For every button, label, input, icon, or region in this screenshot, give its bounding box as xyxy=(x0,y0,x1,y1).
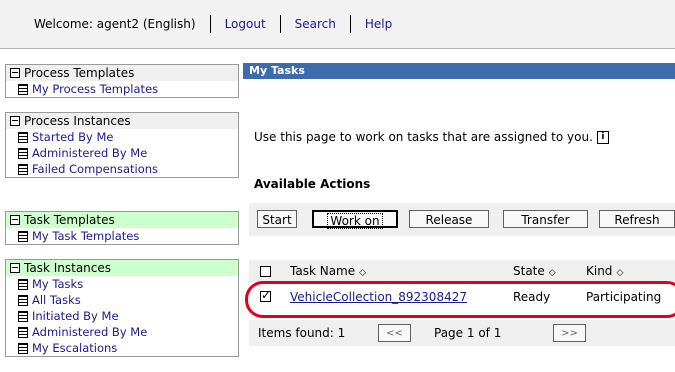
release-button[interactable]: Release xyxy=(409,210,489,228)
nav-task-templates: Task Templates My Task Templates xyxy=(5,211,239,245)
actions-toolbar: Start Work on Release Transfer Refresh xyxy=(249,203,675,236)
sort-icon[interactable]: ◇ xyxy=(359,268,366,278)
column-task-name[interactable]: Task Name ◇ xyxy=(290,264,366,278)
nav-item-my-task-templates[interactable]: My Task Templates xyxy=(6,228,238,244)
page-title: My Tasks xyxy=(243,63,675,79)
list-icon xyxy=(18,163,28,175)
column-kind[interactable]: Kind ◇ xyxy=(586,264,623,278)
divider xyxy=(0,48,675,49)
nav-item-all-tasks[interactable]: All Tasks xyxy=(6,292,238,308)
top-bar: Welcome: agent2 (English) Logout Search … xyxy=(0,0,675,48)
top-links: Welcome: agent2 (English) Logout Search … xyxy=(0,14,406,34)
logout-link[interactable]: Logout xyxy=(211,17,280,31)
highlight-oval xyxy=(245,281,675,318)
nav-item-my-process-templates[interactable]: My Process Templates xyxy=(6,81,238,97)
table-header: Task Name ◇ State ◇ Kind ◇ xyxy=(249,260,675,282)
nav-item-started-by-me[interactable]: Started By Me xyxy=(6,129,238,145)
collapse-icon[interactable] xyxy=(10,116,20,126)
pager: Items found: 1 << Page 1 of 1 >> xyxy=(249,320,675,346)
nav-item-my-escalations[interactable]: My Escalations xyxy=(6,340,238,356)
nav-item-initiated-by-me[interactable]: Initiated By Me xyxy=(6,308,238,324)
nav-header-task-templates[interactable]: Task Templates xyxy=(6,212,238,228)
list-icon xyxy=(18,278,28,290)
list-icon xyxy=(18,230,28,242)
collapse-icon[interactable] xyxy=(10,215,20,225)
prev-page-button[interactable]: << xyxy=(378,324,411,342)
transfer-button[interactable]: Transfer xyxy=(503,210,588,228)
collapse-icon[interactable] xyxy=(10,263,20,273)
page-indicator: Page 1 of 1 xyxy=(434,326,502,340)
nav-header-process-templates[interactable]: Process Templates xyxy=(6,65,238,81)
welcome-text: Welcome: agent2 (English) xyxy=(34,17,196,31)
search-link[interactable]: Search xyxy=(281,17,350,31)
collapse-icon[interactable] xyxy=(10,68,20,78)
nav-header-task-instances[interactable]: Task Instances xyxy=(6,260,238,276)
next-page-button[interactable]: >> xyxy=(553,324,586,342)
start-button[interactable]: Start xyxy=(257,210,297,228)
nav-task-instances: Task Instances My Tasks All Tasks Initia… xyxy=(5,259,239,357)
nav-item-failed-compensations[interactable]: Failed Compensations xyxy=(6,161,238,177)
intro-text: Use this page to work on tasks that are … xyxy=(254,130,609,144)
info-icon[interactable]: i xyxy=(596,131,609,144)
list-icon xyxy=(18,147,28,159)
nav-process-instances: Process Instances Started By Me Administ… xyxy=(5,112,239,178)
sort-icon[interactable]: ◇ xyxy=(549,268,556,278)
actions-title: Available Actions xyxy=(254,177,371,191)
help-link[interactable]: Help xyxy=(351,17,406,31)
list-icon xyxy=(18,294,28,306)
refresh-button[interactable]: Refresh xyxy=(599,210,675,228)
list-icon xyxy=(18,83,28,95)
nav-item-administered-by-me[interactable]: Administered By Me xyxy=(6,324,238,340)
items-found: Items found: 1 xyxy=(258,326,346,340)
select-all-checkbox[interactable] xyxy=(260,266,271,277)
column-state[interactable]: State ◇ xyxy=(513,264,556,278)
list-icon xyxy=(18,131,28,143)
work-on-button[interactable]: Work on xyxy=(312,210,398,229)
nav-item-administered-by-me[interactable]: Administered By Me xyxy=(6,145,238,161)
nav-item-my-tasks[interactable]: My Tasks xyxy=(6,276,238,292)
nav-process-templates: Process Templates My Process Templates xyxy=(5,64,239,98)
list-icon xyxy=(18,326,28,338)
nav-header-process-instances[interactable]: Process Instances xyxy=(6,113,238,129)
list-icon xyxy=(18,310,28,322)
list-icon xyxy=(18,342,28,354)
sort-icon[interactable]: ◇ xyxy=(616,268,623,278)
